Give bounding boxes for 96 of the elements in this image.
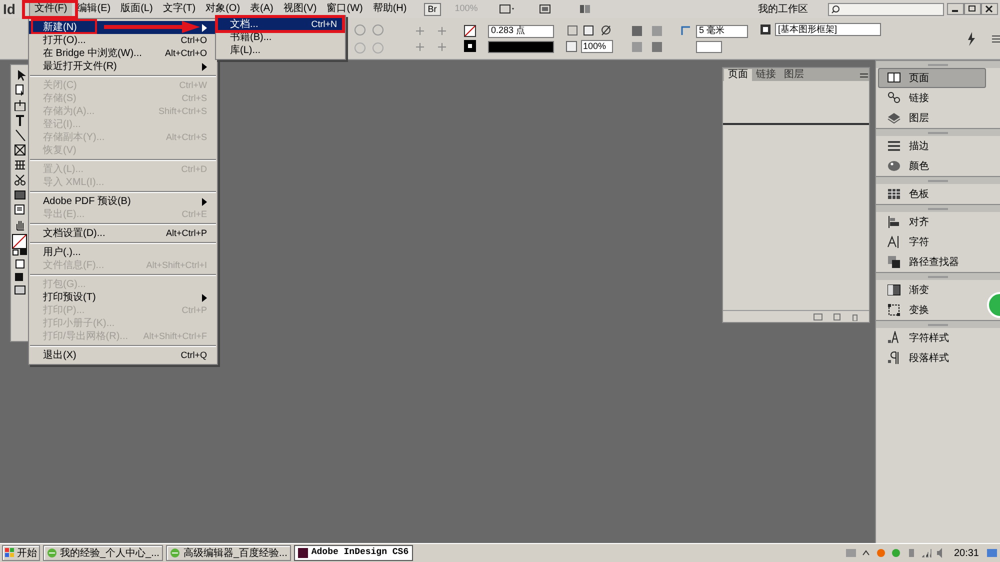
menu-item[interactable]: 退出(X) Ctrl+Q — [29, 349, 217, 362]
app-logo: Id — [3, 2, 16, 16]
panel-button[interactable]: 段落样式 — [878, 348, 986, 368]
stroke-lines-icon — [887, 139, 901, 153]
no-fill-swatch-icon — [464, 25, 476, 37]
bounding-box-icon — [887, 303, 901, 317]
menu-item[interactable]: 文档设置(D)... Alt+Ctrl+P — [29, 227, 217, 240]
rectangle-frame-icon[interactable] — [14, 144, 26, 156]
object-style-dropdown[interactable]: [基本图形框架] — [775, 23, 881, 36]
pages-icon — [887, 71, 901, 85]
submenu-arrow-icon — [202, 24, 207, 32]
submenu-arrow-icon — [202, 198, 207, 206]
dimension-field[interactable]: 5 毫米 — [696, 24, 748, 38]
menu-item[interactable]: 窗口(W) — [322, 1, 368, 17]
menu-item[interactable]: 对象(O) — [200, 1, 246, 17]
opacity-field[interactable]: 100% — [581, 40, 613, 53]
search-icon — [831, 4, 840, 14]
windows-flag-icon — [5, 548, 15, 558]
page-size-icon[interactable] — [813, 312, 823, 320]
annotation-box — [31, 19, 97, 34]
panel-button[interactable]: 图层 — [878, 108, 986, 128]
minimize-button[interactable] — [947, 3, 964, 15]
panel-button[interactable]: 描边 — [878, 136, 986, 156]
menu-item[interactable]: 帮助(H) — [368, 1, 412, 17]
line-tool-icon[interactable] — [14, 129, 26, 141]
signal-icon[interactable] — [920, 547, 932, 559]
clock: 20:31 — [954, 546, 979, 560]
stroke-weight-field[interactable]: 0.283 点 — [488, 24, 554, 38]
start-button[interactable]: 开始 — [2, 545, 40, 561]
hand-tool-icon[interactable] — [14, 219, 26, 231]
menu-item[interactable]: 用户(.)... — [29, 246, 217, 259]
taskbar-button[interactable]: 高级编辑器_百度经验... — [166, 545, 292, 561]
character-style-icon — [887, 331, 901, 345]
chain-links-icon — [887, 91, 901, 105]
close-button[interactable] — [981, 3, 998, 15]
note-tool-icon[interactable] — [14, 204, 26, 216]
taskbar-button[interactable]: 我的经验_个人中心_... — [43, 545, 164, 561]
menu-item[interactable]: 打印预设(T) — [29, 291, 217, 304]
opacity-icon — [566, 41, 577, 52]
fill-stroke-swatch-icon[interactable] — [12, 234, 28, 256]
show-desktop-icon[interactable] — [986, 547, 998, 559]
lightning-icon[interactable] — [966, 32, 976, 46]
menu-item[interactable]: 最近打开文件(R) — [29, 60, 217, 73]
panel-button[interactable]: 对齐 — [878, 212, 986, 232]
panel-button[interactable]: 色板 — [878, 184, 986, 204]
taskbar-button[interactable]: Adobe InDesign CS6 — [294, 545, 413, 561]
align-left-icon — [887, 215, 901, 229]
panel-button[interactable]: 字符样式 — [878, 328, 986, 348]
menu-item[interactable]: 视图(V) — [278, 1, 322, 17]
scissors-icon[interactable] — [14, 174, 26, 186]
panel-tab[interactable]: 页面 — [724, 69, 752, 81]
corner-shape-dropdown[interactable] — [696, 40, 722, 52]
panel-tab[interactable]: 图层 — [780, 69, 808, 81]
menu-item[interactable]: 文字(T) — [158, 1, 201, 17]
menu-item[interactable]: Adobe PDF 预设(B) — [29, 195, 217, 208]
swatches-grid-icon — [887, 187, 901, 201]
restore-button[interactable] — [964, 3, 981, 15]
submenu-arrow-icon — [202, 294, 207, 302]
view-options-icon[interactable] — [498, 4, 515, 14]
corner-options-icon — [680, 25, 692, 37]
direct-selection-icon[interactable] — [14, 84, 26, 96]
object-style-icon — [760, 24, 771, 35]
type-tool-icon[interactable] — [14, 114, 26, 126]
paragraph-style-icon — [887, 351, 901, 365]
new-page-icon[interactable] — [833, 312, 841, 320]
app-icon — [298, 548, 308, 558]
layers-icon — [887, 111, 901, 125]
palette-icon — [887, 159, 901, 173]
panel-button[interactable]: 变换 — [878, 300, 986, 320]
menu-item[interactable]: 表(A) — [245, 1, 278, 17]
panel-button[interactable]: 字符 — [878, 232, 986, 252]
annotation-box — [22, 0, 78, 19]
letter-a-cursor-icon — [887, 235, 901, 249]
panel-button[interactable]: 渐变 — [878, 280, 986, 300]
screen-mode-icon[interactable] — [14, 285, 26, 295]
menu-item[interactable]: 版面(L) — [116, 1, 158, 17]
overlapping-squares-icon — [887, 255, 901, 269]
stroke-swatch-icon — [464, 40, 476, 52]
search-field[interactable] — [828, 2, 944, 16]
menu-item[interactable]: 在 Bridge 中浏览(W)... Alt+Ctrl+O — [29, 47, 217, 60]
workspace-switcher[interactable]: 我的工作区 — [758, 2, 808, 16]
trash-icon[interactable] — [851, 312, 859, 320]
menu-item[interactable]: 打开(O)... Ctrl+O — [29, 34, 217, 47]
menu-item[interactable]: 库(L)... — [216, 44, 345, 57]
panel-button[interactable]: 颜色 — [878, 156, 986, 176]
gradient-icon — [887, 283, 901, 297]
panel-button[interactable]: 页面 — [878, 68, 986, 88]
table-grid-icon[interactable] — [14, 159, 26, 171]
bridge-button[interactable]: Br — [424, 2, 441, 16]
panel-tab[interactable]: 链接 — [752, 69, 780, 81]
stroke-type-dropdown[interactable] — [488, 40, 554, 52]
panel-button[interactable]: 链接 — [878, 88, 986, 108]
formatting-icon[interactable] — [14, 259, 26, 269]
normal-view-icon[interactable] — [14, 272, 26, 282]
submenu-arrow-icon — [202, 62, 207, 70]
panel-button[interactable]: 路径查找器 — [878, 252, 986, 272]
